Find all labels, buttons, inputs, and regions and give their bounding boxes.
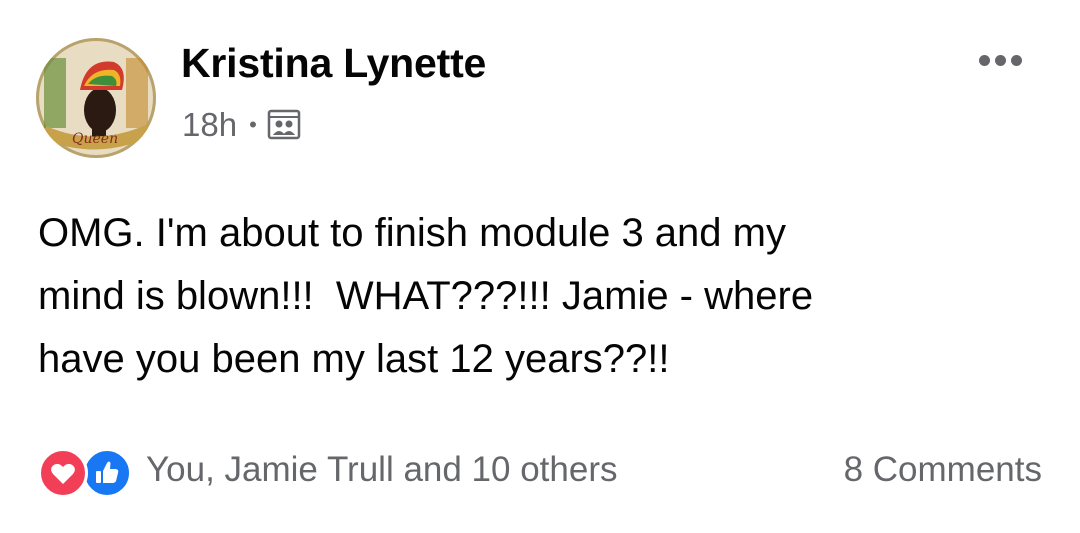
meta-separator: • xyxy=(249,112,257,137)
svg-text:Queen: Queen xyxy=(72,131,118,147)
post-meta: 18h • xyxy=(182,106,302,144)
reactions-summary[interactable]: You, Jamie Trull and 10 others xyxy=(146,450,618,490)
reaction-icons xyxy=(38,446,134,498)
love-icon xyxy=(38,448,88,498)
like-icon xyxy=(82,448,132,498)
post-body: OMG. I'm about to finish module 3 and my… xyxy=(38,211,814,381)
author-name[interactable]: Kristina Lynette xyxy=(181,40,486,87)
more-options-icon xyxy=(978,54,990,66)
comments-count-link[interactable]: 8 Comments xyxy=(844,450,1042,490)
reactions-bar[interactable]: You, Jamie Trull and 10 others xyxy=(38,446,618,498)
avatar-image: Queen xyxy=(36,38,156,158)
post-timestamp[interactable]: 18h xyxy=(182,106,237,144)
group-audience-icon[interactable] xyxy=(266,107,302,143)
more-options-button[interactable] xyxy=(968,44,1032,76)
author-avatar[interactable]: Queen xyxy=(36,38,156,158)
